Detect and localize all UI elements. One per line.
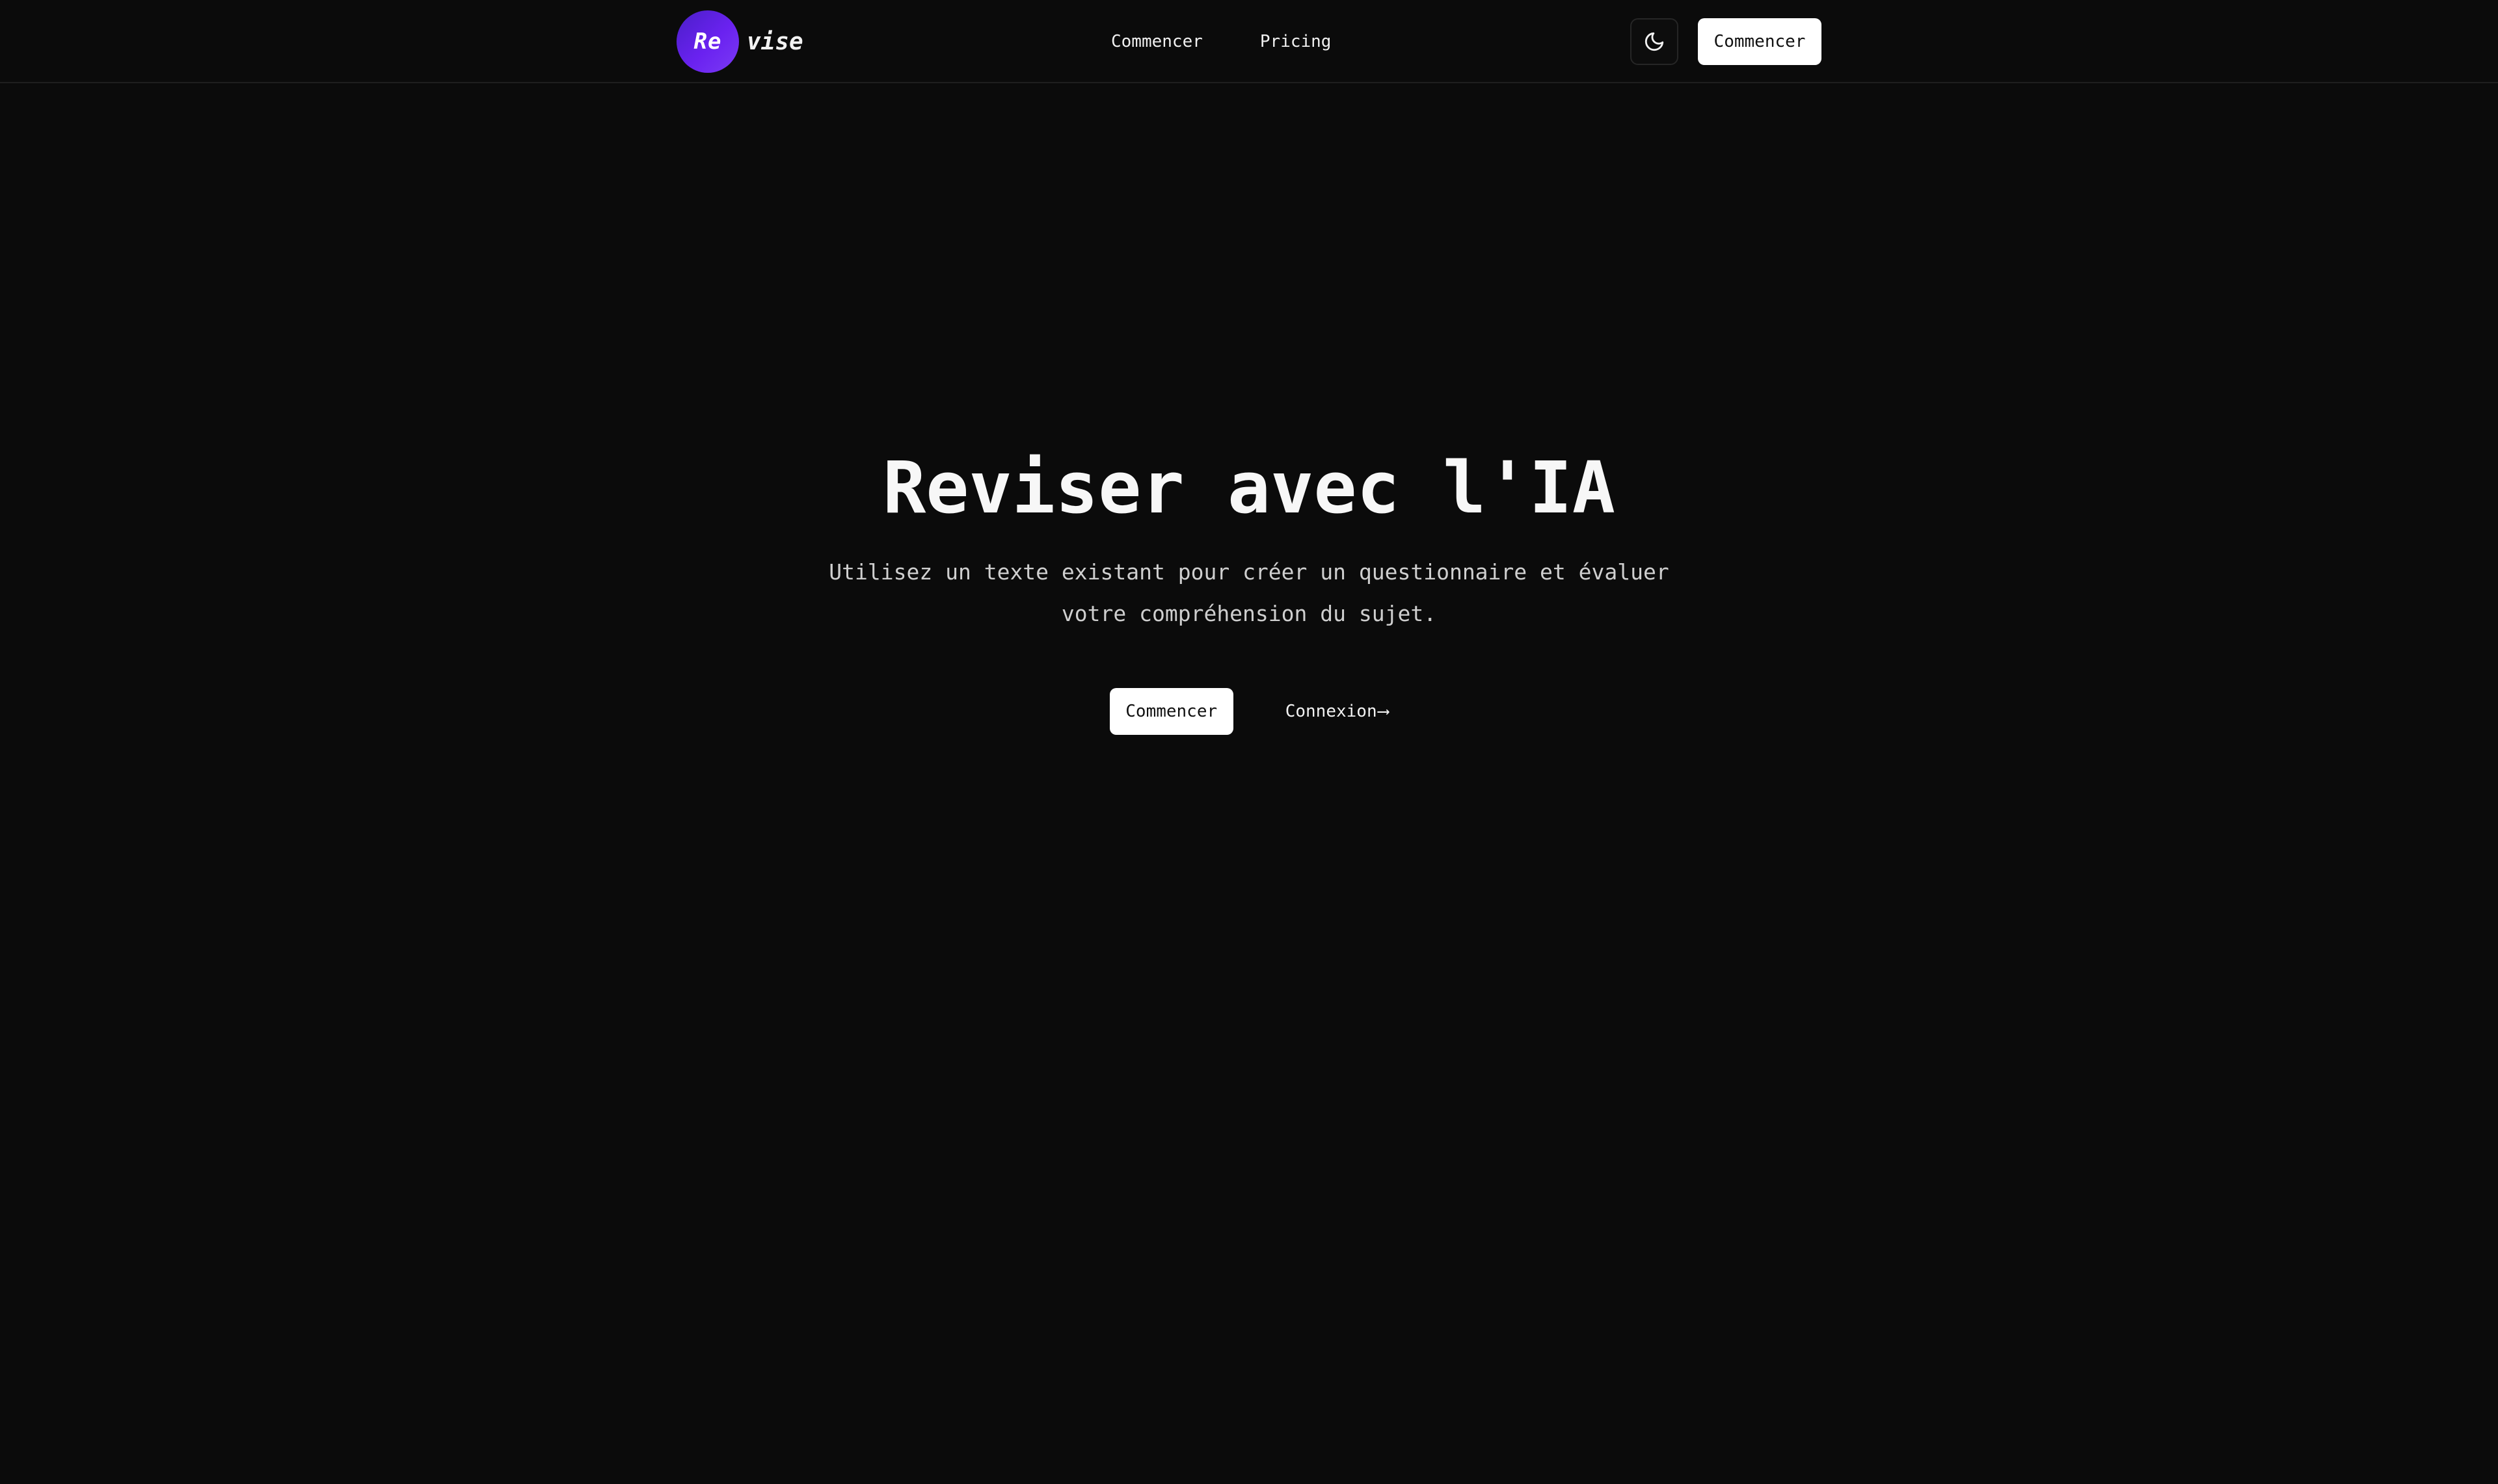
moon-icon <box>1645 32 1664 51</box>
main-nav: Commencer Pricing <box>1111 0 1331 83</box>
nav-link-pricing[interactable]: Pricing <box>1260 32 1332 51</box>
connexion-label: Connexion <box>1285 702 1377 721</box>
header-commencer-button[interactable]: Commencer <box>1698 18 1821 65</box>
navbar-container: Re vise Commencer Pricing Commencer <box>677 0 1821 83</box>
arrow-right-icon: ⟶ <box>1378 702 1389 721</box>
logo-badge-text: Re <box>693 29 722 55</box>
logo-badge: Re <box>677 10 739 73</box>
hero-subtitle: Utilisez un texte existant pour créer un… <box>829 559 1669 626</box>
hero-commencer-button[interactable]: Commencer <box>1109 688 1233 735</box>
brand-logo[interactable]: Re vise <box>677 10 803 73</box>
hero-actions: Commencer Connexion ⟶ <box>0 688 2498 735</box>
hero-section: Reviser avec l'IA Utilisez un texte exis… <box>0 442 2498 735</box>
top-navbar: Re vise Commencer Pricing Commencer <box>0 0 2498 83</box>
hero-connexion-link[interactable]: Connexion ⟶ <box>1285 702 1389 721</box>
nav-link-commencer[interactable]: Commencer <box>1111 32 1203 51</box>
logo-wordmark: vise <box>747 28 803 55</box>
hero-title: Reviser avec l'IA <box>883 446 1615 529</box>
theme-toggle-button[interactable] <box>1630 18 1678 65</box>
